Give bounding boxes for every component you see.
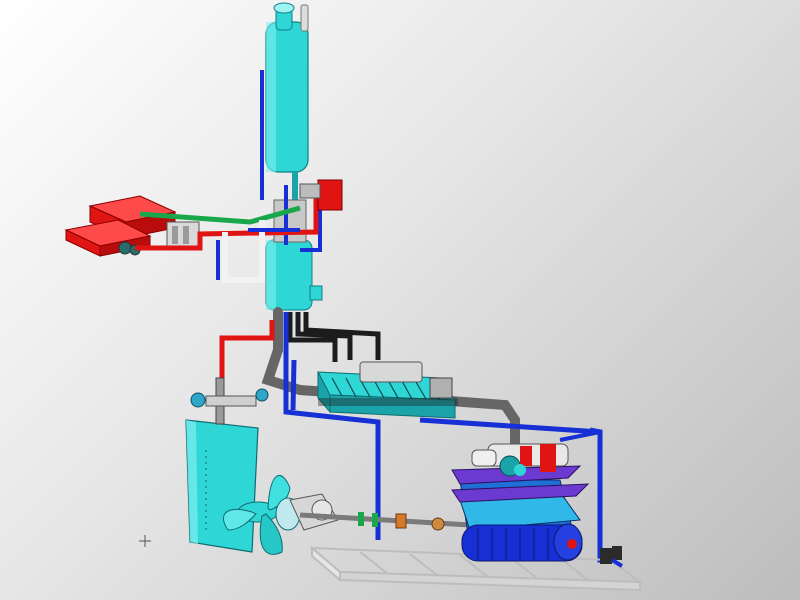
black-pipes [287, 312, 381, 362]
main-engine[interactable] [451, 443, 622, 564]
ship-propulsion-system-model[interactable] [0, 0, 800, 600]
cad-viewport[interactable] [0, 0, 800, 600]
generator-set[interactable] [317, 361, 458, 419]
red-pipe-left [219, 320, 275, 380]
crosshair-cursor-icon [139, 535, 151, 547]
